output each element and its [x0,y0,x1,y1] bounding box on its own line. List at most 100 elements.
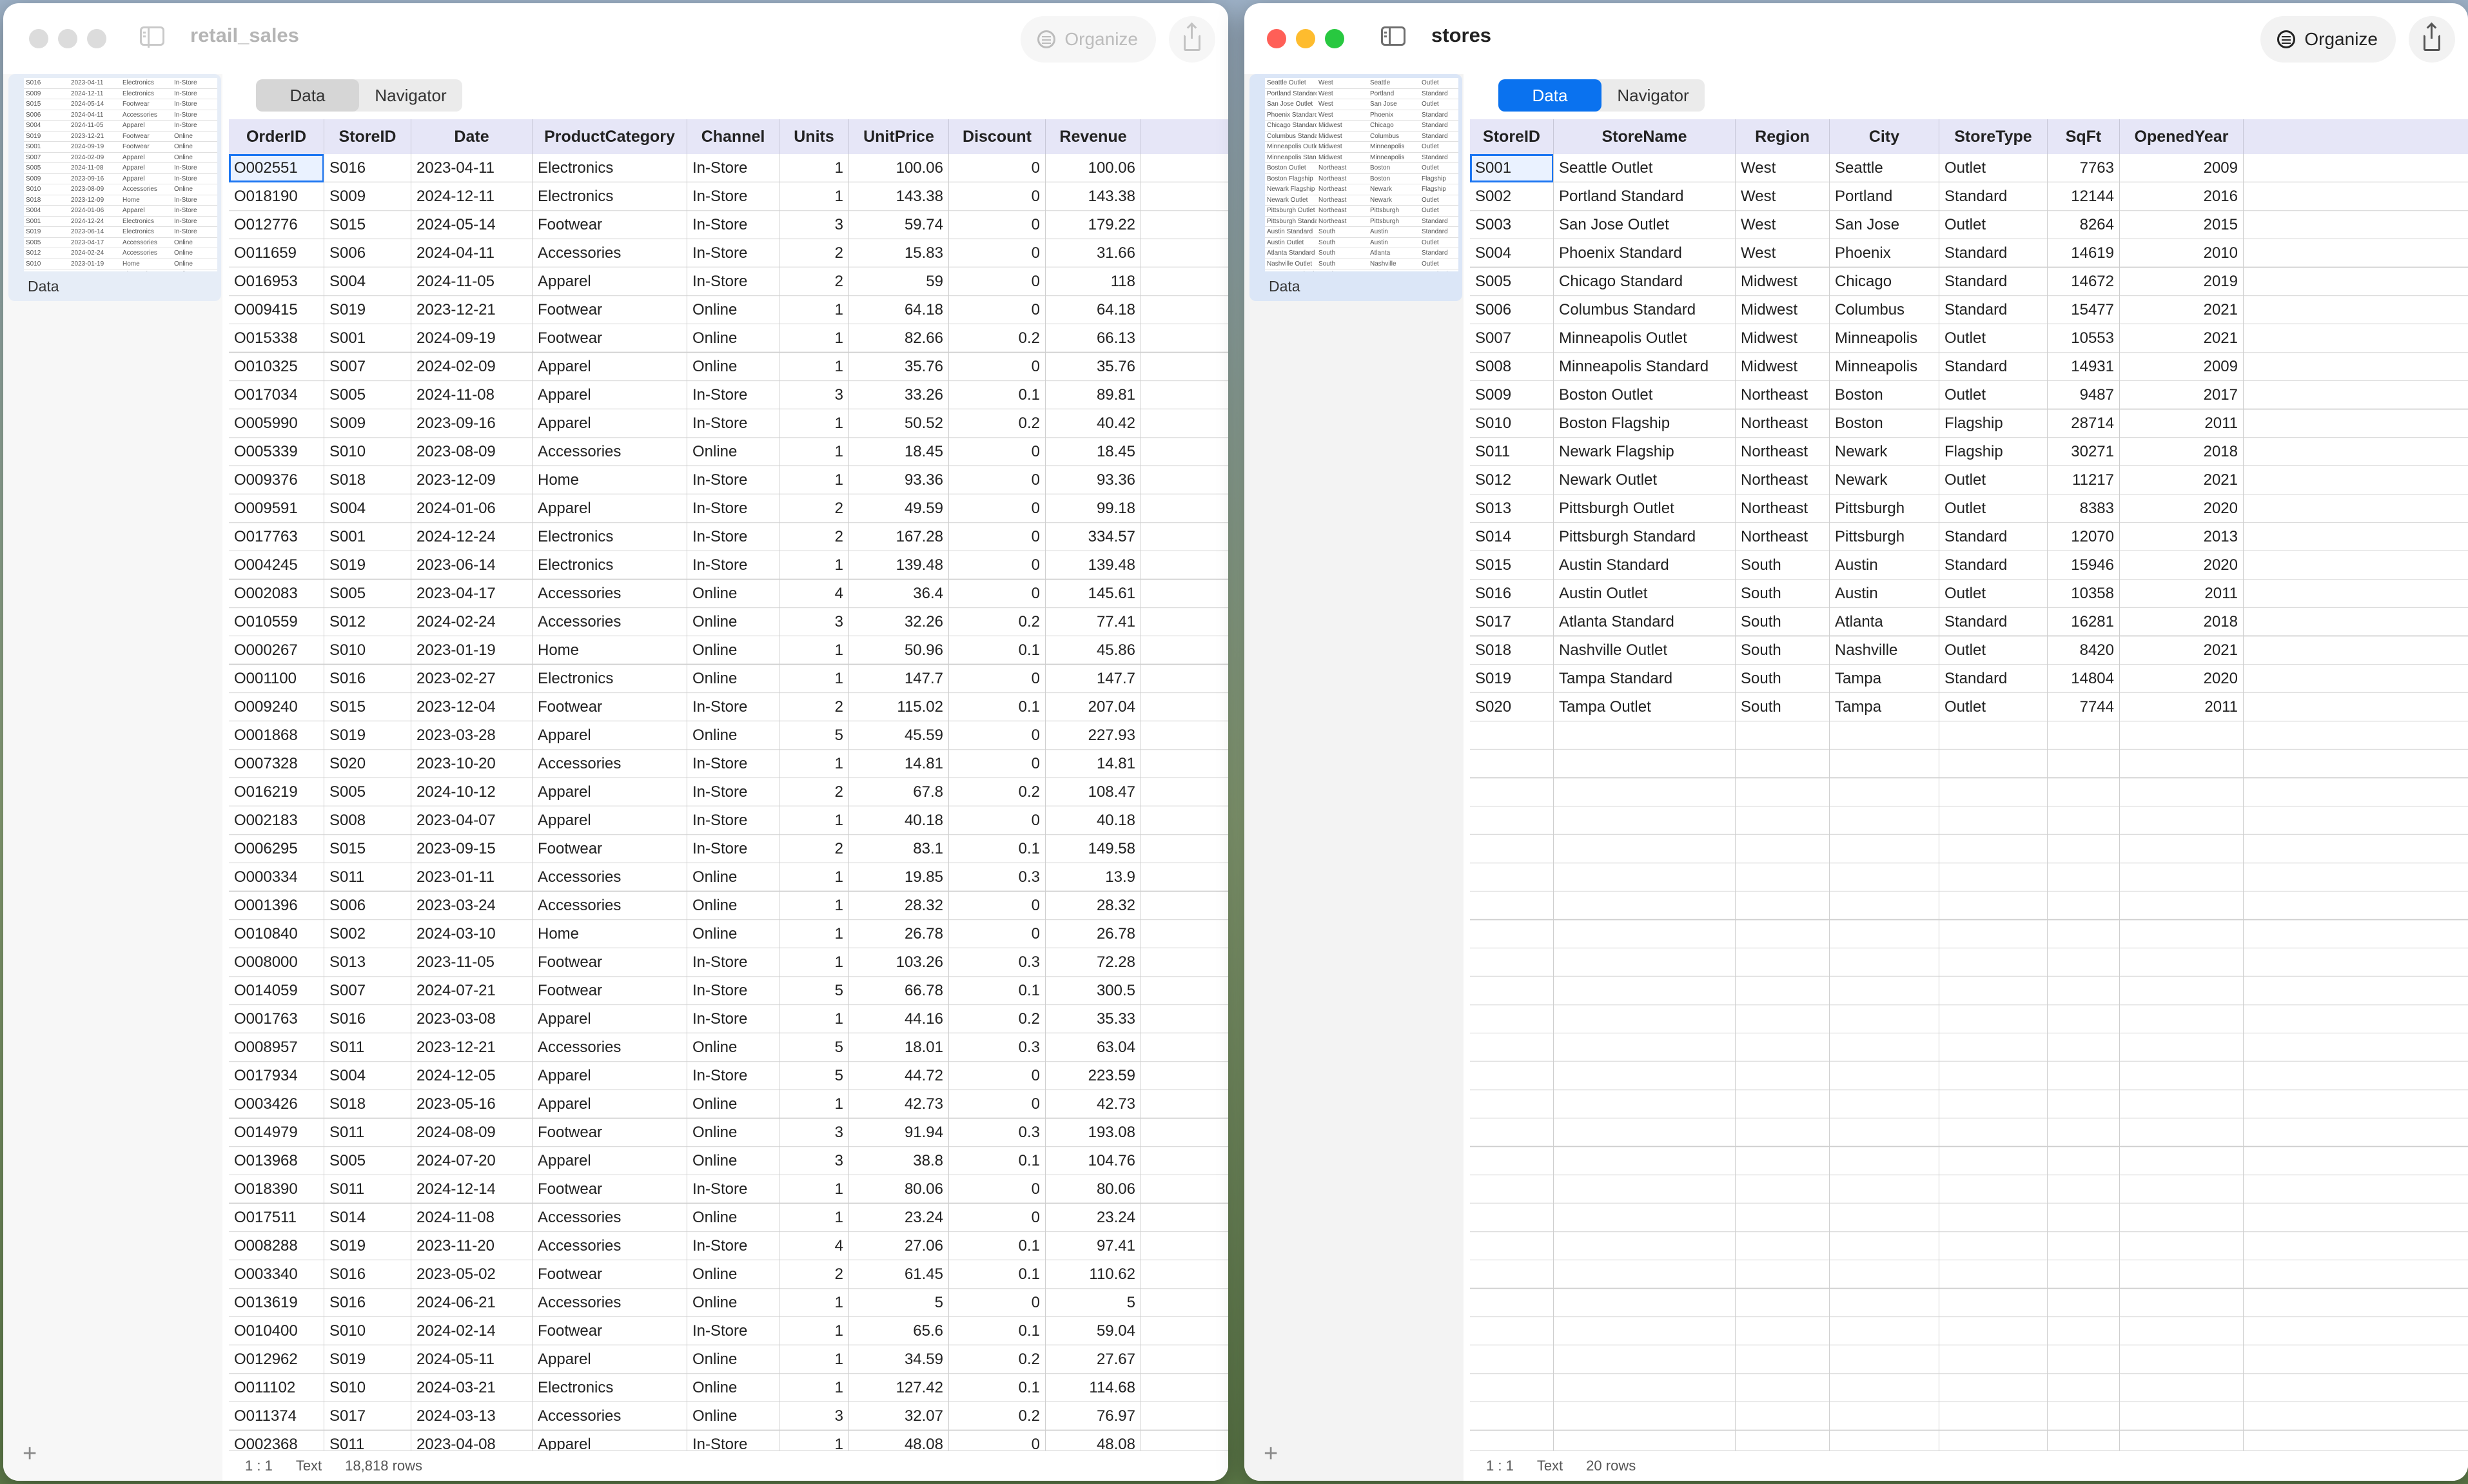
table-cell[interactable]: O009591 [229,494,324,523]
table-cell[interactable]: S009 [324,409,411,438]
table-cell[interactable]: In-Store [687,778,779,806]
table-cell[interactable]: Online [687,920,779,948]
table-cell[interactable]: South [1736,608,1830,636]
data-grid[interactable]: StoreID StoreName Region City StoreType SqFt O… [1470,119,2468,1451]
table-cell[interactable]: 2023-03-24 [411,892,533,920]
table-cell[interactable]: Outlet [1939,636,2048,665]
table-cell[interactable]: 10358 [2048,580,2120,608]
table-cell[interactable]: Accessories [533,580,687,608]
table-cell[interactable]: S019 [324,551,411,580]
table-cell[interactable]: 118 [1046,268,1141,296]
table-cell[interactable]: 223.59 [1046,1062,1141,1090]
table-cell[interactable]: Accessories [533,1289,687,1317]
table-cell[interactable]: 2023-04-11 [411,154,533,182]
table-cell[interactable]: Austin [1830,551,1939,580]
table-cell[interactable]: O012962 [229,1345,324,1374]
table-row[interactable]: S001 Seattle Outlet West Seattle Outlet 7763 2… [1470,154,2468,182]
table-cell[interactable]: 2024-03-10 [411,920,533,948]
table-cell[interactable]: S019 [324,721,411,750]
table-cell[interactable]: Standard [1939,268,2048,296]
table-cell[interactable]: 1 [779,551,849,580]
table-cell[interactable]: 2023-08-09 [411,438,533,466]
table-cell[interactable]: 4 [779,1232,849,1260]
table-cell[interactable]: Online [687,580,779,608]
table-cell[interactable]: O003340 [229,1260,324,1289]
table-cell[interactable]: 2024-10-12 [411,778,533,806]
table-cell[interactable]: 28.32 [849,892,949,920]
stores-window[interactable]: stores Organize Seattle Outlet West Seattl… [1244,3,2468,1481]
table-row[interactable]: O001100 S016 2023-02-27 Electronics Online 1 1… [229,665,1228,693]
table-cell[interactable]: 89.81 [1046,381,1141,409]
table-row[interactable]: O014979 S011 2024-08-09 Footwear Online 3 91.9… [229,1118,1228,1147]
table-cell[interactable]: 10553 [2048,324,2120,353]
table-cell[interactable]: 2018 [2120,438,2244,466]
table-cell[interactable]: 32.26 [849,608,949,636]
table-cell[interactable]: S008 [1470,353,1554,381]
table-cell[interactable]: Online [687,438,779,466]
table-cell[interactable]: Seattle Outlet [1554,154,1736,182]
table-cell[interactable]: O001868 [229,721,324,750]
table-cell[interactable]: In-Store [687,977,779,1005]
table-cell[interactable]: 76.97 [1046,1402,1141,1430]
table-cell[interactable]: 2024-08-09 [411,1118,533,1147]
table-cell[interactable]: 2011 [2120,693,2244,721]
table-cell[interactable]: 143.38 [1046,182,1141,211]
table-cell[interactable]: 27.06 [849,1232,949,1260]
table-cell[interactable]: Online [687,1402,779,1430]
table-cell[interactable]: Pittsburgh Outlet [1554,494,1736,523]
table-cell[interactable]: S016 [1470,580,1554,608]
table-cell[interactable]: 9487 [2048,381,2120,409]
table-cell[interactable]: S009 [324,182,411,211]
table-cell[interactable]: 179.22 [1046,211,1141,239]
table-cell[interactable]: 2 [779,268,849,296]
table-cell[interactable]: O002551 [229,154,324,182]
table-cell[interactable]: San Jose [1830,211,1939,239]
table-cell[interactable]: O013619 [229,1289,324,1317]
table-cell[interactable]: 2023-11-20 [411,1232,533,1260]
table-cell[interactable]: 77.41 [1046,608,1141,636]
table-row[interactable]: O016219 S005 2024-10-12 Apparel In-Store 2 67.… [229,778,1228,806]
table-cell[interactable]: 127.42 [849,1374,949,1402]
table-cell[interactable]: S006 [324,892,411,920]
table-cell[interactable]: Online [687,1260,779,1289]
table-cell[interactable]: 64.18 [849,296,949,324]
column-header[interactable]: SqFt [2048,119,2120,154]
table-cell[interactable]: 2024-07-20 [411,1147,533,1175]
table-cell[interactable]: S007 [324,977,411,1005]
table-cell[interactable]: S007 [1470,324,1554,353]
table-cell[interactable]: 147.7 [1046,665,1141,693]
table-cell[interactable]: Electronics [533,665,687,693]
table-cell[interactable]: In-Store [687,494,779,523]
table-row[interactable]: O002551 S016 2023-04-11 Electronics In-Store… [229,154,1228,182]
table-cell[interactable]: 149.58 [1046,835,1141,863]
table-cell[interactable]: 1 [779,353,849,381]
table-cell[interactable]: 65.6 [849,1317,949,1345]
table-cell[interactable]: 2013 [2120,523,2244,551]
table-cell[interactable]: 0 [949,806,1046,835]
table-row[interactable]: O009240 S015 2023-12-04 Footwear In-Store 2 11… [229,693,1228,721]
table-cell[interactable]: S010 [324,636,411,665]
table-cell[interactable]: S019 [324,1232,411,1260]
table-cell[interactable]: 34.59 [849,1345,949,1374]
table-cell[interactable]: Footwear [533,835,687,863]
table-cell[interactable]: Phoenix Standard [1554,239,1736,268]
table-cell[interactable]: S004 [1470,239,1554,268]
table-cell[interactable]: 2011 [2120,409,2244,438]
table-cell[interactable]: Online [687,863,779,892]
table-cell[interactable]: Footwear [533,1317,687,1345]
table-cell[interactable]: O011102 [229,1374,324,1402]
table-cell[interactable]: In-Store [687,523,779,551]
table-cell[interactable]: In-Store [687,409,779,438]
table-cell[interactable]: 38.8 [849,1147,949,1175]
table-cell[interactable]: O010840 [229,920,324,948]
table-cell[interactable]: 2009 [2120,154,2244,182]
table-cell[interactable]: 15477 [2048,296,2120,324]
table-cell[interactable]: S011 [324,1118,411,1147]
table-cell[interactable]: In-Store [687,268,779,296]
column-header[interactable]: StoreID [1470,119,1554,154]
table-cell[interactable]: 2024-12-11 [411,182,533,211]
table-cell[interactable]: O017934 [229,1062,324,1090]
table-row[interactable]: O001868 S019 2023-03-28 Apparel Online 5 45.59… [229,721,1228,750]
table-cell[interactable]: West [1736,239,1830,268]
table-cell[interactable]: 1 [779,920,849,948]
